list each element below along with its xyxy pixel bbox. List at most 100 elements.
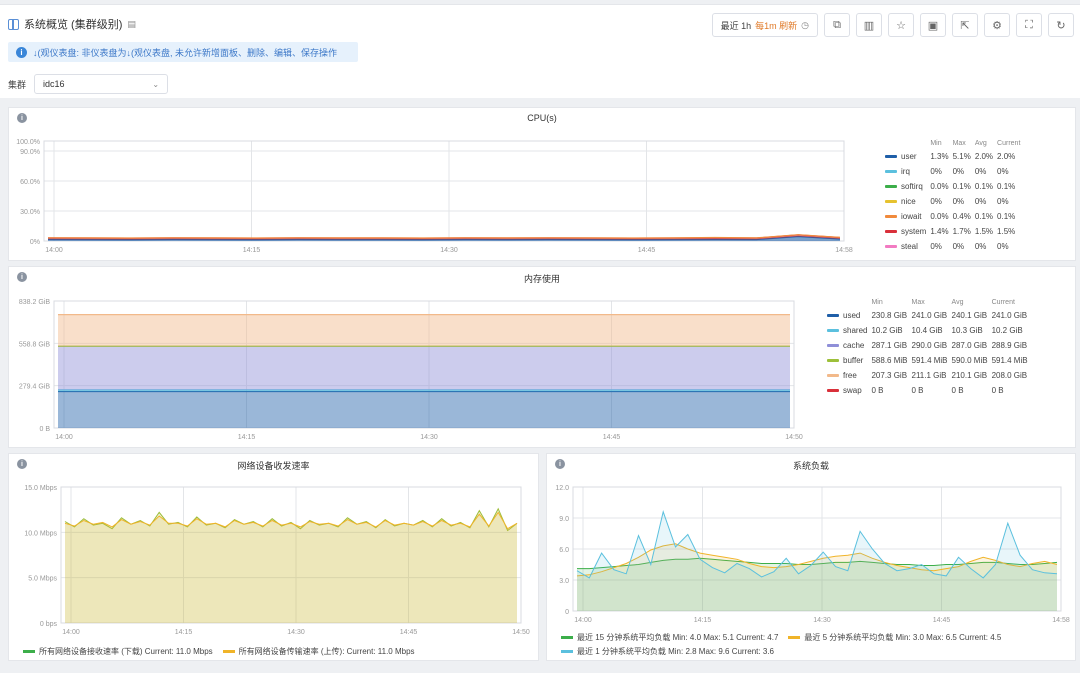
- legend-value-avg: 240.1 GiB: [951, 310, 988, 320]
- legend-series-name: used: [827, 309, 871, 324]
- legend-swatch: [885, 184, 897, 188]
- chart-add-icon[interactable]: ▥: [856, 13, 882, 37]
- cluster-filter: 集群 idc16 ⌄: [8, 74, 169, 94]
- legend-swatch: [827, 373, 839, 377]
- legend-series-name: system: [885, 225, 930, 240]
- legend-value-cur: 241.0 GiB: [991, 310, 1028, 320]
- legend-value-avg: 0.1%: [974, 181, 994, 191]
- legend-value-cur: 0.1%: [997, 181, 1016, 191]
- legend-header: [885, 140, 930, 150]
- legend-swatch: [827, 358, 839, 362]
- legend-value-avg: 2.0%: [974, 151, 994, 161]
- share-icon[interactable]: ⇱: [952, 13, 978, 37]
- save-icon[interactable]: ▣: [920, 13, 946, 37]
- legend-item[interactable]: 所有网络设备接收速率 (下载) Current: 11.0 Mbps: [23, 646, 213, 657]
- gear-icon[interactable]: ⚙: [984, 13, 1010, 37]
- legend-header: Avg: [951, 299, 964, 306]
- legend-row[interactable]: irq 0% 0% 0% 0%: [885, 165, 1024, 180]
- cluster-select-value: idc16: [43, 79, 65, 89]
- legend-label: nice: [901, 196, 916, 206]
- legend-value-min: 1.3%: [930, 151, 949, 161]
- legend-swatch: [885, 154, 897, 158]
- legend-value-cur: 0%: [997, 196, 1009, 206]
- legend-value-max: 591.4 MiB: [911, 355, 948, 365]
- legend-swatch: [827, 313, 839, 317]
- legend-row[interactable]: shared 10.2 GiB 10.4 GiB 10.3 GiB 10.2 GiB: [827, 324, 1032, 339]
- refresh-icon[interactable]: ↻: [1048, 13, 1074, 37]
- legend-value-cur: 0%: [997, 166, 1009, 176]
- network-chart: 15.0 Mbps 10.0 Mbps 5.0 Mbps 0 bps 14:00 14:1…: [24, 485, 530, 636]
- legend-item[interactable]: 所有网络设备传输速率 (上传): Current: 11.0 Mbps: [222, 646, 415, 657]
- x-tick-label: 14:00: [574, 617, 592, 624]
- star-icon[interactable]: ☆: [888, 13, 914, 37]
- load-panel: i 系统负载 12.0 9.0 6.0 3.0 0 14:00 14:15 14:30 14:4…: [546, 453, 1076, 661]
- series-line: [47, 234, 841, 239]
- y-tick-label: 0 bps: [40, 621, 58, 628]
- legend-value-min: 0.0%: [930, 181, 949, 191]
- legend-value-max: 0%: [952, 241, 965, 251]
- legend-value-min: 0 B: [871, 385, 884, 395]
- series-area: [65, 512, 517, 623]
- legend-value-min: 1.4%: [930, 226, 949, 236]
- legend-series-name: irq: [885, 165, 930, 180]
- legend-value-cur: 1.5%: [997, 226, 1016, 236]
- page-title-text: 系统概览 (集群级别): [24, 19, 123, 31]
- legend-row[interactable]: used 230.8 GiB 241.0 GiB 240.1 GiB 241.0 GiB: [827, 309, 1032, 324]
- legend-swatch: [827, 343, 839, 347]
- legend-item[interactable]: 最近 15 分钟系统平均负载 Min: 4.0 Max: 5.1 Current…: [561, 632, 778, 643]
- cluster-select[interactable]: idc16 ⌄: [34, 74, 169, 94]
- legend-swatch: [561, 650, 573, 654]
- legend-value-cur: 0%: [997, 241, 1009, 251]
- legend-row[interactable]: free 207.3 GiB 211.1 GiB 210.1 GiB 208.0 GiB: [827, 369, 1032, 384]
- network-panel: i 网络设备收发速率 15.0 Mbps 10.0 Mbps 5.0 Mbps 0 b…: [8, 453, 539, 661]
- legend-item[interactable]: 最近 5 分钟系统平均负载 Min: 3.0 Max: 6.5 Current:…: [788, 632, 1001, 643]
- legend-value-min: 588.6 MiB: [871, 355, 908, 365]
- x-tick-label: 14:00: [55, 434, 73, 441]
- legend-label: 最近 15 分钟系统平均负载 Min: 4.0 Max: 5.1 Current…: [577, 633, 779, 642]
- notice-text: ↓(观仪表盘: 非仪表盘为↓(观仪表盘, 未允许新增面板、删除、编辑、保存操作: [33, 47, 337, 58]
- legend-series-name: steal: [885, 240, 930, 255]
- legend-row[interactable]: nice 0% 0% 0% 0%: [885, 195, 1024, 210]
- legend-label: swap: [843, 385, 862, 395]
- legend-swatch: [222, 650, 235, 654]
- legend-value-min: 0.0%: [930, 211, 949, 221]
- legend-value-min: 0%: [930, 241, 942, 251]
- legend-label: 所有网络设备接收速率 (下载) Current: 11.0 Mbps: [39, 647, 213, 656]
- copy-icon[interactable]: ⧉: [824, 13, 850, 37]
- legend-row[interactable]: cache 287.1 GiB 290.0 GiB 287.0 GiB 288.9 Gi…: [827, 339, 1032, 354]
- chevron-down-icon: ⌄: [152, 79, 160, 89]
- legend-label: 最近 5 分钟系统平均负载 Min: 3.0 Max: 6.5 Current:…: [804, 633, 1002, 642]
- x-tick-label: 14:50: [785, 434, 803, 441]
- legend-header: Avg: [974, 140, 987, 147]
- legend-label: free: [843, 370, 857, 380]
- legend-value-cur: 0.1%: [997, 211, 1016, 221]
- legend-value-min: 287.1 GiB: [871, 340, 908, 350]
- y-tick-label: 558.8 GiB: [19, 341, 50, 348]
- legend-value-avg: 0%: [974, 196, 987, 206]
- y-tick-label: 100.0%: [16, 139, 40, 146]
- list-icon[interactable]: ▤: [127, 19, 136, 30]
- time-range-picker[interactable]: 最近 1h 每1m 刷新 ◷: [711, 13, 818, 37]
- legend-label: shared: [843, 325, 868, 335]
- legend-item[interactable]: 最近 1 分钟系统平均负载 Min: 2.8 Max: 9.6 Current:…: [561, 646, 774, 657]
- legend-row[interactable]: steal 0% 0% 0% 0%: [885, 240, 1024, 255]
- legend-row[interactable]: swap 0 B 0 B 0 B 0 B: [827, 384, 1032, 399]
- legend-row[interactable]: softirq 0.0% 0.1% 0.1% 0.1%: [885, 180, 1024, 195]
- legend-label: softirq: [901, 181, 923, 191]
- x-tick-label: 14:45: [638, 247, 656, 254]
- time-range-text: 最近 1h: [720, 20, 752, 31]
- legend-row[interactable]: system 1.4% 1.7% 1.5% 1.5%: [885, 225, 1024, 240]
- x-tick-label: 14:50: [512, 629, 530, 636]
- legend-row[interactable]: user 1.3% 5.1% 2.0% 2.0%: [885, 150, 1024, 165]
- legend-row[interactable]: iowait 0.0% 0.4% 0.1% 0.1%: [885, 210, 1024, 225]
- legend-header: [827, 299, 871, 309]
- legend-value-cur: 591.4 MiB: [991, 355, 1028, 365]
- legend-row[interactable]: buffer 588.6 MiB 591.4 MiB 590.0 MiB 591.4 M…: [827, 354, 1032, 369]
- legend-header: Min: [871, 299, 883, 306]
- y-tick-label: 15.0 Mbps: [24, 485, 57, 492]
- legend-value-cur: 10.2 GiB: [991, 325, 1023, 335]
- legend-series-name: user: [885, 150, 930, 165]
- x-tick-label: 14:30: [440, 247, 458, 254]
- legend-value-min: 230.8 GiB: [871, 310, 908, 320]
- fullscreen-icon[interactable]: ⛶: [1016, 13, 1042, 37]
